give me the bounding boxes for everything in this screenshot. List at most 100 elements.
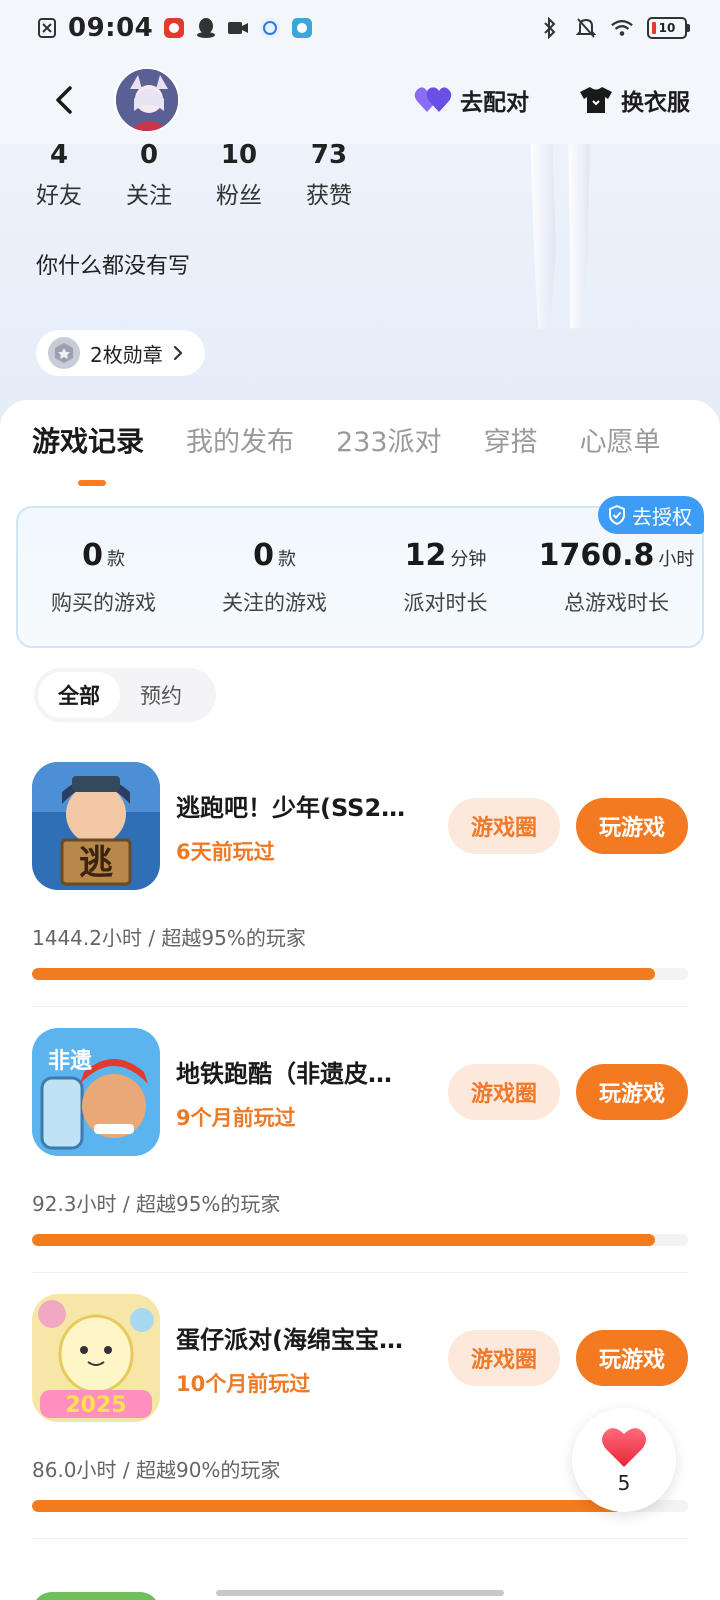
play-game-button[interactable]: 玩游戏	[576, 1330, 688, 1386]
app-icon-teal	[291, 17, 313, 39]
game-playtime-stat: 92.3小时 / 超越95%的玩家	[32, 1192, 281, 1216]
like-button[interactable]: 5	[572, 1408, 676, 1512]
summary-value: 1760.8	[538, 538, 655, 573]
svg-text:逃: 逃	[79, 843, 113, 883]
summary-label: 关注的游戏	[222, 591, 327, 615]
wifi-icon	[611, 17, 633, 39]
game-circle-button[interactable]: 游戏圈	[448, 1064, 560, 1120]
summary-label: 购买的游戏	[51, 591, 156, 615]
game-title: 地铁跑酷（非遗皮…	[176, 1060, 392, 1088]
stat-label: 关注	[126, 183, 172, 209]
back-button[interactable]	[44, 80, 84, 120]
stat-label: 好友	[36, 183, 82, 209]
profile-bio: 你什么都没有写	[36, 254, 191, 279]
video-icon	[227, 17, 249, 39]
filter-all[interactable]: 全部	[38, 672, 120, 718]
divider	[32, 1006, 688, 1007]
summary-unit: 分钟	[450, 549, 487, 570]
battery-indicator: 10	[647, 17, 690, 39]
chevron-right-icon	[173, 345, 182, 361]
game-last-played: 9个月前玩过	[176, 1106, 296, 1130]
summary-total-play-time: 1760.8 小时 总游戏时长	[531, 538, 702, 617]
tab-233-party[interactable]: 233派对	[336, 420, 442, 460]
bluetooth-icon	[539, 17, 561, 39]
play-game-button[interactable]: 玩游戏	[576, 1064, 688, 1120]
medals-label: 2枚勋章	[90, 342, 163, 367]
summary-party-duration: 12 分钟 派对时长	[360, 538, 531, 617]
avatar[interactable]	[114, 67, 180, 133]
play-game-button[interactable]: 玩游戏	[576, 798, 688, 854]
double-heart-icon	[414, 87, 452, 112]
list-item[interactable]: 逃 逃跑吧！少年(SS2… 6天前玩过 游戏圈 玩游戏 1444.2小时 / 超…	[0, 762, 720, 1034]
game-last-played: 6天前玩过	[176, 840, 275, 864]
summary-value: 0	[253, 538, 274, 573]
match-button[interactable]: 去配对	[414, 83, 529, 117]
match-label: 去配对	[460, 90, 529, 116]
stat-label: 获赞	[306, 183, 352, 209]
tab-outfits[interactable]: 穿搭	[484, 420, 538, 460]
svg-text:非遗: 非遗	[48, 1049, 92, 1074]
outfit-button[interactable]: 换衣服	[579, 83, 690, 117]
game-circle-button[interactable]: 游戏圈	[448, 798, 560, 854]
stat-label: 粉丝	[216, 183, 262, 209]
stat-friends[interactable]: 4 好友	[36, 140, 126, 210]
active-tab-indicator	[78, 480, 106, 486]
stat-likes[interactable]: 73 获赞	[306, 140, 396, 210]
filter-reserved[interactable]: 预约	[120, 672, 202, 718]
sim-off-icon	[36, 17, 58, 39]
progress-fill	[32, 968, 656, 980]
status-bar: 09:04 10	[0, 0, 720, 56]
game-icon-escape[interactable]: 逃	[32, 762, 160, 890]
home-indicator[interactable]	[216, 1590, 504, 1596]
game-circle-button[interactable]: 游戏圈	[448, 1330, 560, 1386]
summary-purchased-games: 0款 购买的游戏	[18, 538, 189, 617]
app-notification-icon	[163, 17, 185, 39]
summary-unit: 款	[277, 549, 296, 570]
summary-unit: 款	[106, 549, 125, 570]
medal-icon	[48, 337, 80, 369]
game-playtime-stat: 86.0小时 / 超越90%的玩家	[32, 1458, 281, 1482]
chevron-left-icon	[56, 86, 72, 114]
progress-fill	[32, 1234, 656, 1246]
authorize-label: 去授权	[632, 504, 692, 529]
game-icon-eggy-party[interactable]: 2025	[32, 1294, 160, 1422]
app-icon-blue	[259, 17, 281, 39]
summary-followed-games: 0款 关注的游戏	[189, 538, 360, 617]
summary-value: 12	[404, 538, 447, 573]
summary-unit: 小时	[658, 549, 695, 570]
top-navigation: 去配对 换衣服	[0, 56, 720, 144]
stat-following[interactable]: 0 关注	[126, 140, 216, 210]
battery-level: 10	[647, 17, 687, 39]
tshirt-icon	[580, 87, 612, 113]
stat-value: 10	[220, 140, 258, 170]
summary-label: 派对时长	[403, 591, 488, 615]
progress-fill	[32, 1500, 623, 1512]
tab-my-posts[interactable]: 我的发布	[186, 420, 294, 460]
playtime-progress-bar	[32, 1234, 688, 1246]
game-icon-subway[interactable]: 非遗	[32, 1028, 160, 1156]
profile-tabs: 游戏记录 我的发布 233派对 穿搭 心愿单	[0, 420, 720, 460]
outfit-label: 换衣服	[621, 90, 690, 116]
divider	[32, 1538, 688, 1539]
medals-button[interactable]: 2枚勋章	[36, 330, 205, 376]
list-item[interactable]: 非遗 地铁跑酷（非遗皮… 9个月前玩过 游戏圈 玩游戏 92.3小时 / 超越9…	[0, 1028, 720, 1300]
like-count: 5	[617, 1471, 631, 1495]
divider	[32, 1272, 688, 1273]
playtime-progress-bar	[32, 968, 688, 980]
record-filter: 全部 预约	[34, 668, 216, 722]
heart-icon	[602, 1428, 646, 1467]
game-title: 蛋仔派对(海绵宝宝…	[176, 1326, 403, 1354]
summary-label: 总游戏时长	[564, 591, 669, 615]
tab-wishlist[interactable]: 心愿单	[580, 420, 661, 460]
game-title: 逃跑吧！少年(SS2…	[176, 794, 406, 822]
avatar-figure-decoration	[502, 130, 618, 348]
game-playtime-stat: 1444.2小时 / 超越95%的玩家	[32, 926, 306, 950]
tab-game-records[interactable]: 游戏记录	[32, 420, 144, 460]
stat-value: 0	[139, 140, 159, 170]
profile-stats: 4 好友 0 关注 10 粉丝 73 获赞	[36, 140, 396, 210]
playtime-progress-bar	[32, 1500, 688, 1512]
next-game-icon-partial[interactable]	[32, 1592, 160, 1600]
game-last-played: 10个月前玩过	[176, 1372, 311, 1396]
stat-fans[interactable]: 10 粉丝	[216, 140, 306, 210]
authorize-button[interactable]: 去授权	[598, 496, 704, 534]
